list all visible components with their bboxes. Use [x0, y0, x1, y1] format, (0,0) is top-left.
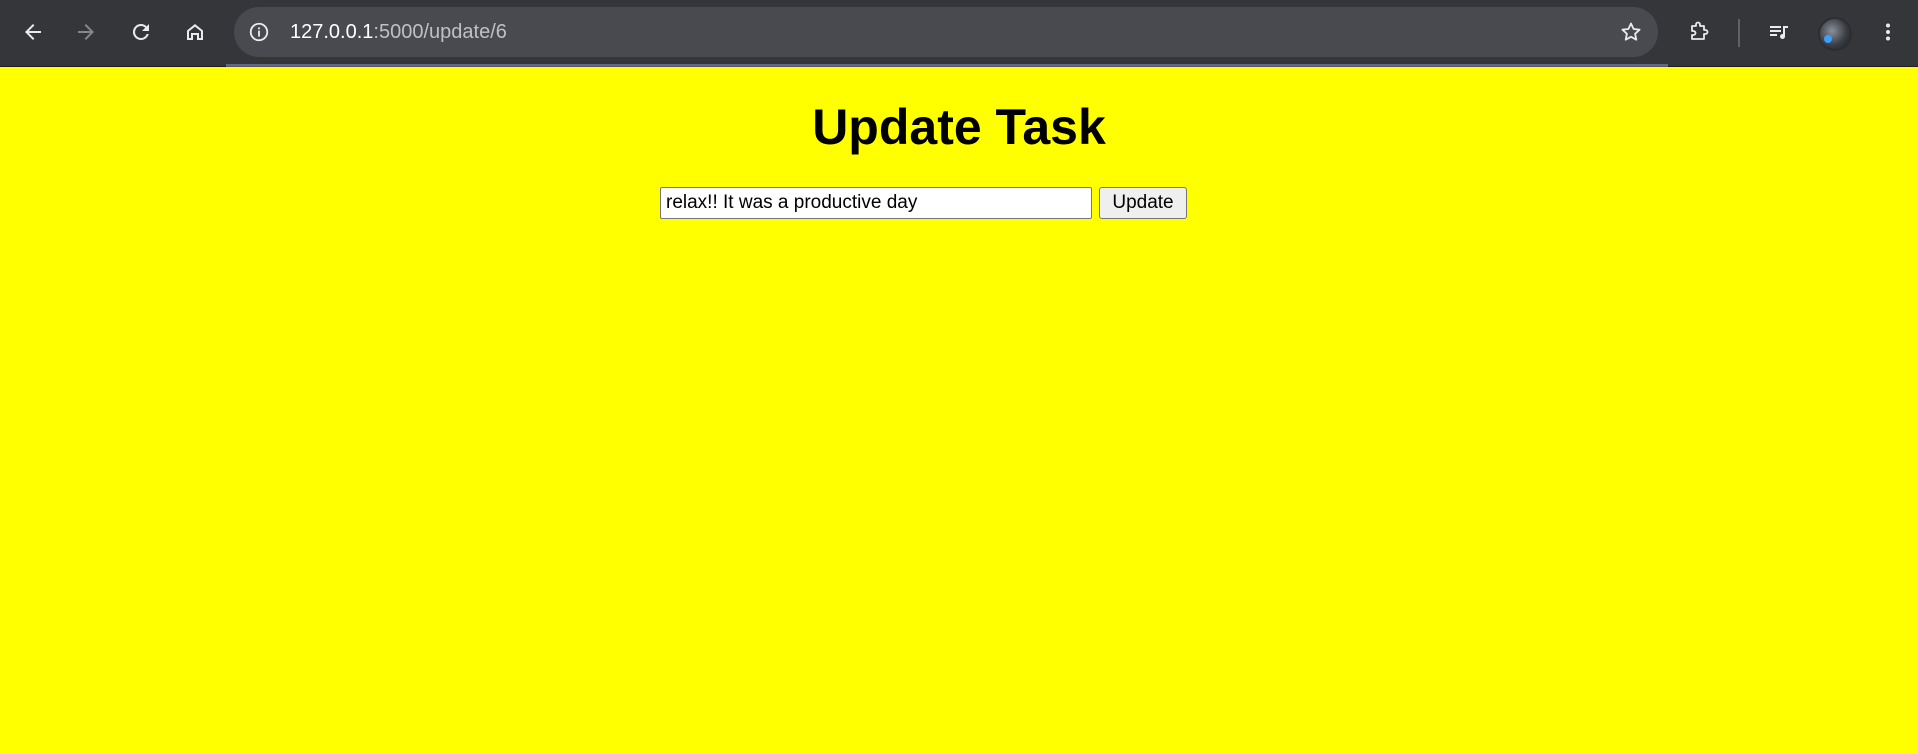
url-path: :5000/update/6 [373, 21, 507, 43]
kebab-menu-icon [1886, 23, 1890, 41]
extensions-button[interactable] [1679, 12, 1719, 52]
forward-button[interactable] [66, 12, 106, 52]
media-control-icon [1770, 26, 1788, 39]
home-icon [187, 24, 203, 40]
menu-button[interactable] [1868, 12, 1908, 52]
home-button[interactable] [175, 12, 215, 52]
reload-button[interactable] [121, 12, 161, 52]
forward-arrow-icon [78, 24, 94, 40]
tab-loading-indicator [226, 64, 1668, 67]
browser-toolbar: 127.0.0.1:5000/update/6 [0, 0, 1918, 67]
update-button[interactable]: Update [1099, 187, 1187, 219]
address-bar[interactable]: 127.0.0.1:5000/update/6 [234, 7, 1658, 57]
info-icon [249, 22, 269, 42]
site-info-button[interactable] [246, 19, 272, 45]
task-input[interactable] [660, 187, 1092, 219]
back-button[interactable] [13, 12, 53, 52]
avatar[interactable] [1818, 17, 1852, 51]
page-content: Update Task Update [0, 68, 1918, 754]
star-icon [1621, 22, 1641, 41]
media-control-button[interactable] [1759, 12, 1799, 52]
back-arrow-icon [25, 24, 41, 40]
page-title: Update Task [812, 99, 1106, 155]
puzzle-icon [1691, 21, 1709, 40]
toolbar-divider [1738, 19, 1740, 47]
bookmark-button[interactable] [1618, 19, 1644, 45]
url-host: 127.0.0.1 [290, 21, 374, 43]
reload-icon [132, 23, 149, 40]
url-text[interactable]: 127.0.0.1:5000/update/6 [290, 7, 507, 57]
